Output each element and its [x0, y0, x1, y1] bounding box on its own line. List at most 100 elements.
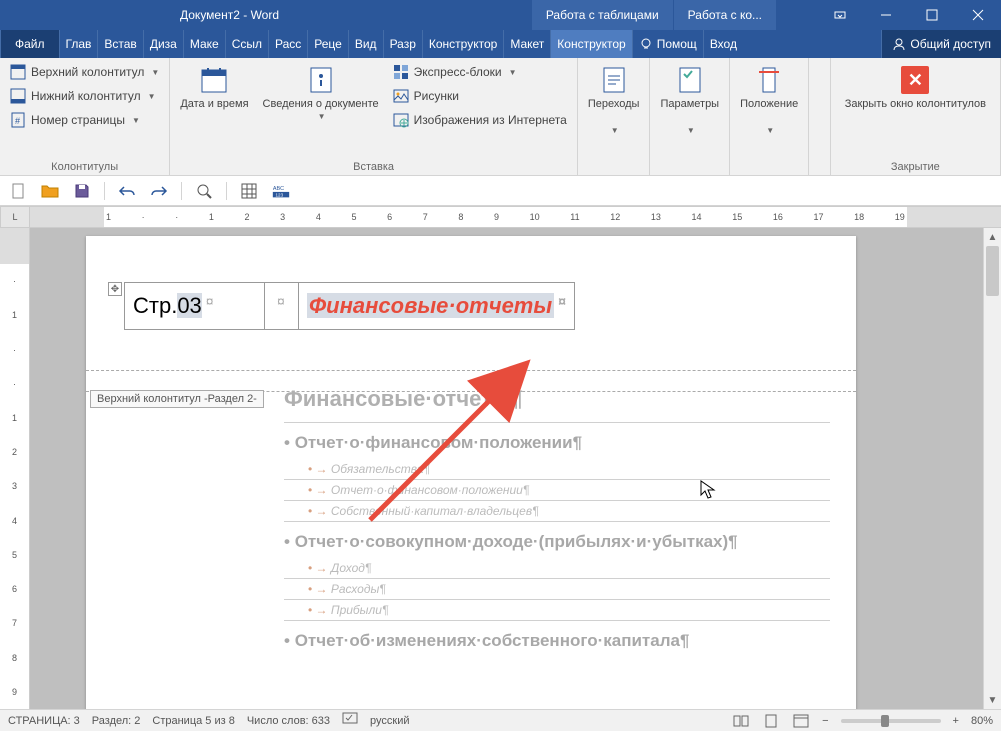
tab-table-design[interactable]: Конструктор [422, 30, 503, 58]
status-pages[interactable]: Страница 5 из 8 [152, 715, 234, 727]
navigation-button[interactable]: Переходы▼ [584, 62, 644, 161]
save-button[interactable] [72, 181, 92, 201]
window-minimize-button[interactable] [863, 0, 909, 30]
doc-info-button[interactable]: Сведения о документе▼ [259, 62, 383, 161]
context-tab-headers[interactable]: Работа с ко... [674, 0, 777, 30]
zoom-in-button[interactable]: + [953, 715, 959, 727]
tab-references[interactable]: Ссыл [225, 30, 268, 58]
quick-parts-button[interactable]: Экспресс-блоки▼ [389, 62, 571, 82]
header-page-text: Стр.03 [133, 293, 202, 318]
status-words[interactable]: Число слов: 633 [247, 715, 330, 727]
person-icon [892, 37, 906, 51]
folder-icon [41, 183, 59, 199]
tab-review[interactable]: Реце [307, 30, 348, 58]
header-table[interactable]: Стр.03¤ ¤ Финансовые·отчеты¤ [124, 282, 575, 330]
new-doc-button[interactable] [8, 181, 28, 201]
context-tab-tables[interactable]: Работа с таблицами [532, 0, 674, 30]
doc-bullet: Отчет·о·финансовом·положении¶ [284, 480, 830, 501]
abc-button[interactable]: ABC123 [271, 181, 291, 201]
options-icon [674, 64, 706, 96]
zoom-out-button[interactable]: − [822, 715, 828, 727]
nav-icon [598, 64, 630, 96]
tab-insert[interactable]: Встав [97, 30, 142, 58]
tab-header-design[interactable]: Конструктор [550, 30, 631, 58]
ruler-horizontal-area: L 1··12345678910111213141516171819 [0, 206, 1001, 228]
tab-home[interactable]: Глав [59, 30, 98, 58]
cell-mark-icon: ¤ [558, 293, 566, 309]
page-number-button[interactable]: #Номер страницы▼ [6, 110, 163, 130]
svg-text:123: 123 [276, 192, 284, 197]
dropdown-arrow-icon: ▼ [766, 126, 774, 135]
footer-button[interactable]: Нижний колонтитул▼ [6, 86, 163, 106]
header-title-text: Финансовые·отчеты [307, 293, 554, 318]
view-read-button[interactable] [732, 712, 750, 730]
tab-table-layout[interactable]: Макет [503, 30, 550, 58]
doc-bullet: Обязательства¶ [284, 459, 830, 480]
page[interactable]: ✥ Стр.03¤ ¤ Финансовые·отчеты¤ Верхний к… [86, 236, 856, 716]
close-header-footer-button[interactable]: ✕Закрыть окно колонтитулов [837, 62, 994, 161]
ruler-corner[interactable]: L [0, 206, 30, 228]
tab-view[interactable]: Вид [348, 30, 383, 58]
status-proofing-icon[interactable] [342, 712, 358, 729]
tab-design[interactable]: Диза [143, 30, 183, 58]
doc-bullet: Доход¶ [284, 558, 830, 579]
svg-text:ABC: ABC [273, 186, 284, 192]
tell-me-button[interactable]: Помощ [632, 30, 703, 58]
signin-button[interactable]: Вход [703, 30, 743, 58]
blocks-icon [393, 64, 409, 80]
options-button[interactable]: Параметры▼ [656, 62, 723, 161]
tab-file[interactable]: Файл [0, 30, 59, 58]
header-cell-title[interactable]: Финансовые·отчеты¤ [299, 283, 575, 330]
window-maximize-button[interactable] [909, 0, 955, 30]
redo-button[interactable] [149, 181, 169, 201]
cell-mark-icon: ¤ [206, 293, 214, 309]
ruler-vertical[interactable]: ·1··123456789 [0, 228, 30, 709]
position-button[interactable]: Положение▼ [736, 62, 802, 161]
view-web-button[interactable] [792, 712, 810, 730]
status-language[interactable]: русский [370, 715, 409, 727]
zoom-slider-thumb[interactable] [881, 715, 889, 727]
scroll-thumb[interactable] [986, 246, 999, 296]
ribbon-group-label: Закрытие [837, 161, 994, 173]
tab-mailings[interactable]: Расс [268, 30, 307, 58]
pictures-button[interactable]: Рисунки [389, 86, 571, 106]
ribbon-options-icon[interactable] [817, 0, 863, 30]
status-page[interactable]: СТРАНИЦА: 3 [8, 715, 80, 727]
zoom-slider[interactable] [841, 719, 941, 723]
ribbon: Верхний колонтитул▼ Нижний колонтитул▼ #… [0, 58, 1001, 176]
ribbon-group-label: Колонтитулы [6, 161, 163, 173]
header-button[interactable]: Верхний колонтитул▼ [6, 62, 163, 82]
ribbon-group-close: ✕Закрыть окно колонтитулов Закрытие [831, 58, 1001, 175]
doc-bullet: Собственный·капитал·владельцев¶ [284, 501, 830, 522]
quick-access-toolbar: ABC123 [0, 176, 1001, 206]
zoom-level[interactable]: 80% [971, 715, 993, 727]
ribbon-group-insert: Дата и время Сведения о документе▼ Экспр… [170, 58, 578, 175]
tab-layout[interactable]: Маке [183, 30, 225, 58]
print-preview-button[interactable] [194, 181, 214, 201]
window-controls [817, 0, 1001, 30]
scroll-down-button[interactable]: ▼ [984, 691, 1001, 709]
close-icon: ✕ [901, 66, 929, 94]
document-body: Финансовые·отчеты¶ Отчет·о·финансовом·по… [284, 386, 830, 657]
view-print-button[interactable] [762, 712, 780, 730]
table-move-handle[interactable]: ✥ [108, 282, 122, 296]
tab-developer[interactable]: Разр [383, 30, 422, 58]
table-button[interactable] [239, 181, 259, 201]
document-info-icon [305, 64, 337, 96]
ribbon-group-options: Параметры▼ [650, 58, 730, 175]
header-section-label: Верхний колонтитул -Раздел 2- [90, 390, 264, 408]
status-section[interactable]: Раздел: 2 [92, 715, 141, 727]
share-button[interactable]: Общий доступ [881, 30, 1001, 58]
window-title: Документ2 - Word [0, 8, 279, 22]
online-pictures-button[interactable]: Изображения из Интернета [389, 110, 571, 130]
window-close-button[interactable] [955, 0, 1001, 30]
date-time-button[interactable]: Дата и время [176, 62, 252, 161]
open-button[interactable] [40, 181, 60, 201]
statusbar: СТРАНИЦА: 3 Раздел: 2 Страница 5 из 8 Чи… [0, 709, 1001, 731]
ruler-horizontal[interactable]: 1··12345678910111213141516171819 [30, 206, 1001, 228]
undo-button[interactable] [117, 181, 137, 201]
header-cell-empty[interactable]: ¤ [265, 283, 299, 330]
header-cell-page[interactable]: Стр.03¤ [125, 283, 265, 330]
scroll-up-button[interactable]: ▲ [984, 228, 1001, 246]
vertical-scrollbar[interactable]: ▲ ▼ [983, 228, 1001, 709]
